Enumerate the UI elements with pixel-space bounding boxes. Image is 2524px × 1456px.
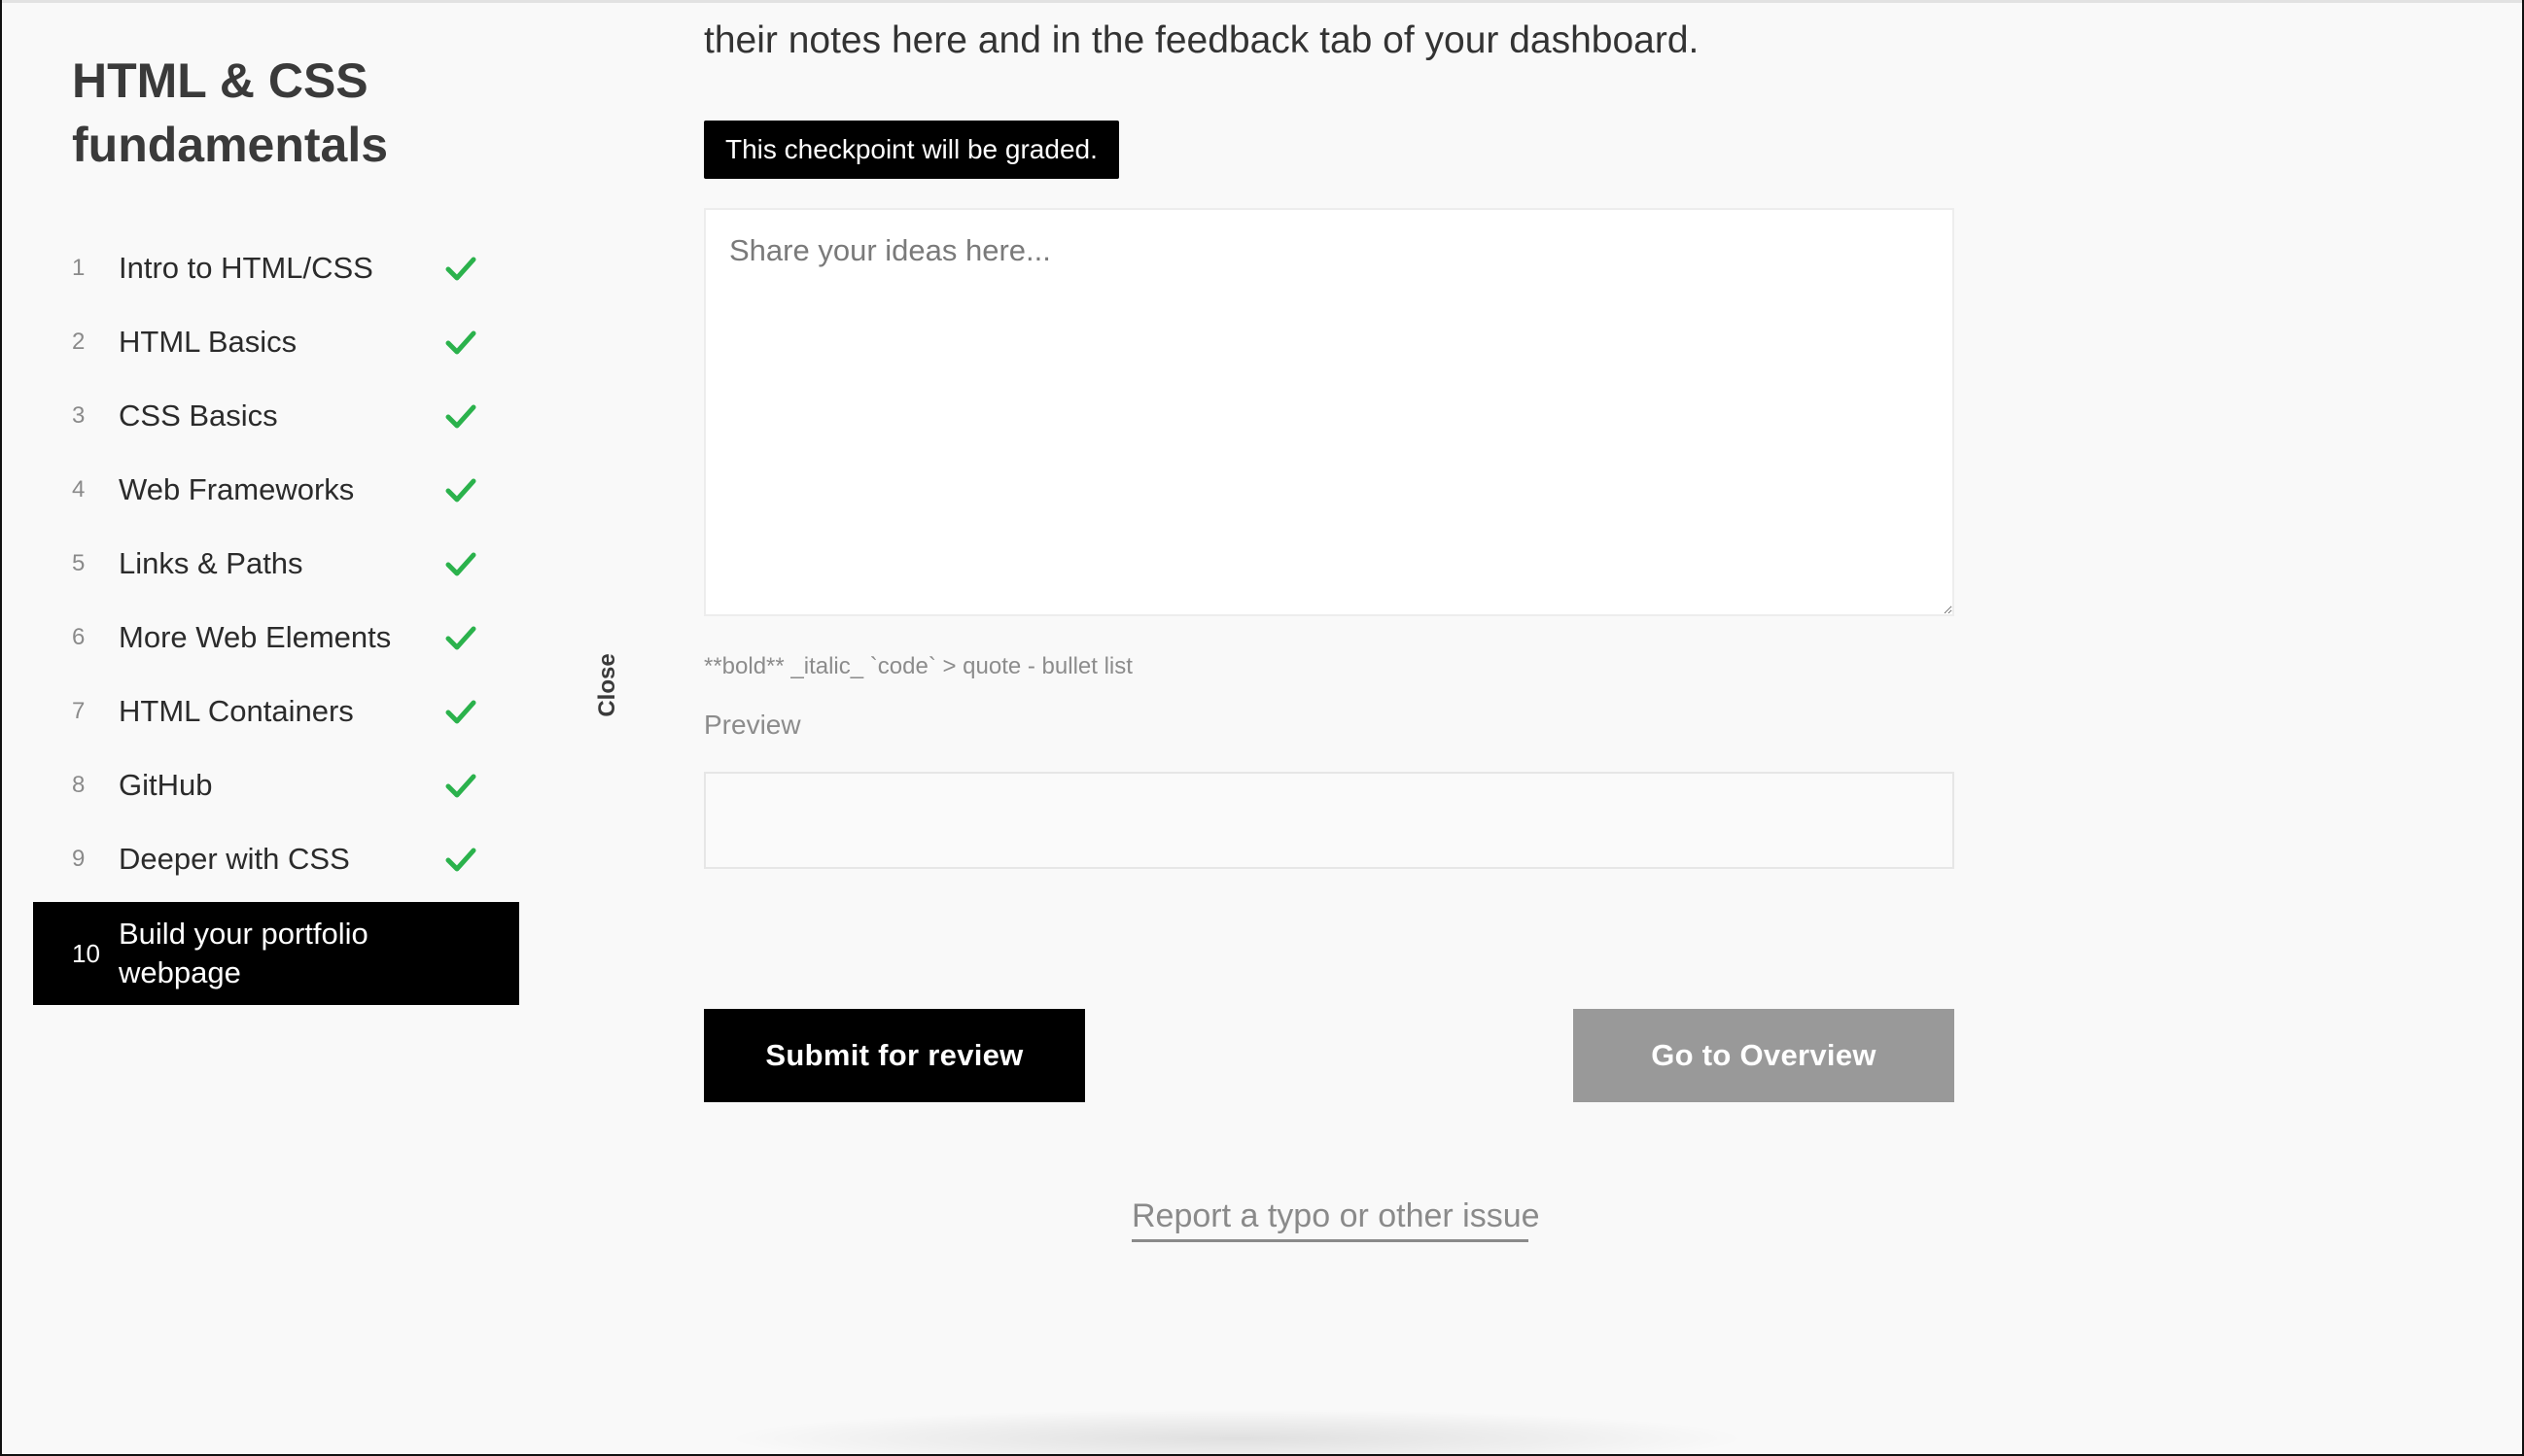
lesson-item-10-active[interactable]: 10 Build your portfolio webpage — [33, 902, 519, 1005]
course-title: HTML & CSS fundamentals — [72, 53, 389, 172]
top-divider — [2, 0, 2522, 3]
close-label: Close — [594, 653, 620, 717]
submission-textarea[interactable] — [704, 208, 1954, 616]
lesson-number: 5 — [72, 550, 86, 576]
lesson-label: HTML Containers — [119, 694, 354, 728]
course-sidebar: HTML & CSS fundamentals 1 Intro to HTML/… — [33, 49, 519, 1005]
go-to-overview-button[interactable]: Go to Overview — [1573, 1009, 1954, 1102]
submit-for-review-button[interactable]: Submit for review — [704, 1009, 1085, 1102]
check-icon — [445, 257, 476, 281]
lesson-label: Build your portfolio webpage — [119, 917, 368, 989]
lesson-number: 7 — [72, 698, 86, 724]
lesson-label: Intro to HTML/CSS — [119, 251, 373, 285]
graded-badge: This checkpoint will be graded. — [704, 121, 1119, 179]
lesson-label: Links & Paths — [119, 546, 303, 580]
lesson-item-7[interactable]: 7 HTML Containers — [33, 675, 519, 748]
report-issue-link[interactable]: Report a typo or other issue — [1132, 1197, 1540, 1242]
close-sidebar-toggle[interactable]: Close — [593, 649, 622, 721]
lesson-number: 4 — [72, 476, 86, 503]
check-icon — [445, 478, 476, 503]
lesson-label: HTML Basics — [119, 325, 298, 359]
check-icon — [445, 848, 476, 872]
lesson-number: 10 — [72, 938, 100, 968]
check-icon — [445, 700, 476, 724]
lesson-item-3[interactable]: 3 CSS Basics — [33, 379, 519, 453]
preview-box — [704, 772, 1954, 869]
lesson-number: 9 — [72, 846, 86, 872]
check-icon — [445, 774, 476, 798]
lesson-item-5[interactable]: 5 Links & Paths — [33, 527, 519, 601]
markdown-hint: **bold** _italic_ `code` > quote - bulle… — [704, 653, 1133, 679]
lesson-label: GitHub — [119, 768, 213, 802]
lesson-item-6[interactable]: 6 More Web Elements — [33, 601, 519, 675]
check-icon — [445, 552, 476, 576]
lesson-number: 6 — [72, 624, 86, 650]
preview-label: Preview — [704, 710, 801, 740]
lesson-number: 2 — [72, 329, 86, 355]
lesson-number: 1 — [72, 255, 86, 281]
app-window: HTML & CSS fundamentals 1 Intro to HTML/… — [0, 0, 2524, 1456]
bottom-shadow — [721, 1409, 1752, 1454]
lesson-list: 1 Intro to HTML/CSS 2 HTML Basics 3 CSS … — [33, 231, 519, 1005]
lesson-item-4[interactable]: 4 Web Frameworks — [33, 453, 519, 527]
checkpoint-intro-text: their notes here and in the feedback tab… — [704, 19, 1700, 61]
check-icon — [445, 404, 476, 429]
lesson-label: Deeper with CSS — [119, 842, 350, 876]
lesson-label: CSS Basics — [119, 399, 278, 433]
check-icon — [445, 330, 476, 355]
lesson-item-1[interactable]: 1 Intro to HTML/CSS — [33, 231, 519, 305]
lesson-item-9[interactable]: 9 Deeper with CSS — [33, 822, 519, 896]
lesson-label: Web Frameworks — [119, 472, 355, 506]
lesson-item-2[interactable]: 2 HTML Basics — [33, 305, 519, 379]
lesson-number: 3 — [72, 402, 86, 429]
lesson-item-8[interactable]: 8 GitHub — [33, 748, 519, 822]
check-icon — [445, 626, 476, 650]
lesson-number: 8 — [72, 772, 86, 798]
lesson-label: More Web Elements — [119, 620, 392, 654]
